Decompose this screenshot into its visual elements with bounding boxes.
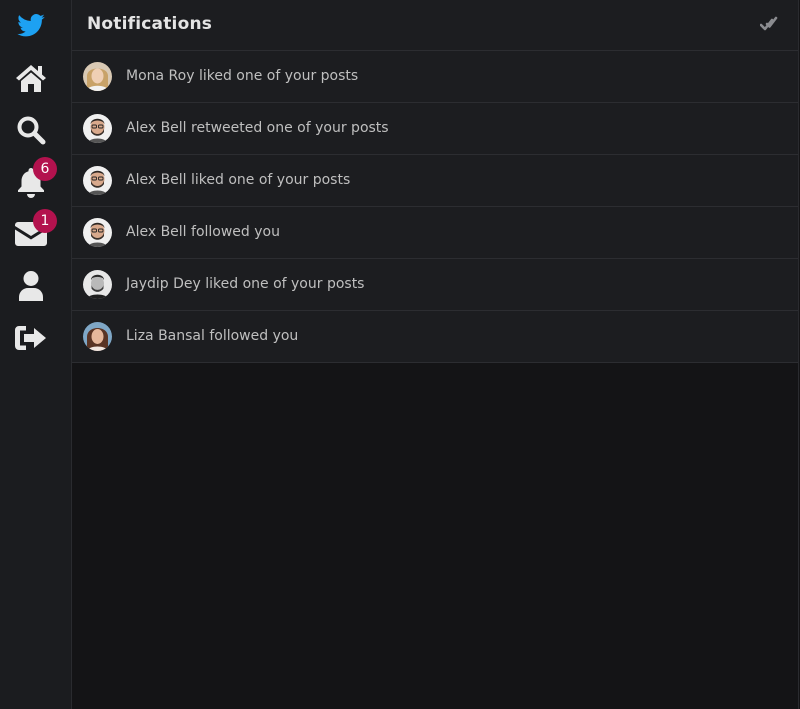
sign-out-icon bbox=[15, 325, 47, 351]
notification-text: Liza Bansal followed you bbox=[126, 328, 299, 344]
notification-item[interactable]: Liza Bansal followed you bbox=[72, 311, 798, 363]
double-check-icon[interactable] bbox=[759, 16, 778, 36]
avatar bbox=[83, 166, 112, 195]
notification-text: Mona Roy liked one of your posts bbox=[126, 68, 359, 84]
logo-link[interactable] bbox=[0, 6, 62, 46]
nav-profile[interactable] bbox=[0, 266, 62, 306]
avatar bbox=[83, 114, 112, 143]
sidebar: 6 1 bbox=[0, 0, 72, 709]
page-title: Notifications bbox=[87, 14, 213, 34]
avatar bbox=[83, 218, 112, 247]
nav-home[interactable] bbox=[0, 58, 62, 98]
notification-text: Alex Bell liked one of your posts bbox=[126, 172, 351, 188]
user-icon bbox=[17, 270, 45, 302]
notification-text: Jaydip Dey liked one of your posts bbox=[126, 276, 365, 292]
app-window: 6 1 Notifications Mona Roy liked one of … bbox=[0, 0, 800, 709]
notifications-count-badge: 6 bbox=[33, 157, 57, 181]
search-icon bbox=[16, 115, 46, 145]
notification-item[interactable]: Alex Bell followed you bbox=[72, 207, 798, 259]
avatar bbox=[83, 322, 112, 351]
avatar bbox=[83, 62, 112, 91]
notification-list: Mona Roy liked one of your posts Alex Be… bbox=[72, 51, 798, 363]
nav-logout[interactable] bbox=[0, 318, 62, 358]
notifications-panel: Notifications Mona Roy liked one of your… bbox=[72, 0, 799, 709]
messages-count-badge: 1 bbox=[33, 209, 57, 233]
notification-text: Alex Bell retweeted one of your posts bbox=[126, 120, 389, 136]
notification-item[interactable]: Alex Bell retweeted one of your posts bbox=[72, 103, 798, 155]
notification-item[interactable]: Jaydip Dey liked one of your posts bbox=[72, 259, 798, 311]
panel-header: Notifications bbox=[72, 0, 798, 51]
notification-item[interactable]: Mona Roy liked one of your posts bbox=[72, 51, 798, 103]
notification-text: Alex Bell followed you bbox=[126, 224, 280, 240]
bird-logo-icon bbox=[15, 11, 47, 41]
notification-item[interactable]: Alex Bell liked one of your posts bbox=[72, 155, 798, 207]
nav-search[interactable] bbox=[0, 110, 62, 150]
avatar bbox=[83, 270, 112, 299]
home-icon bbox=[14, 63, 48, 93]
